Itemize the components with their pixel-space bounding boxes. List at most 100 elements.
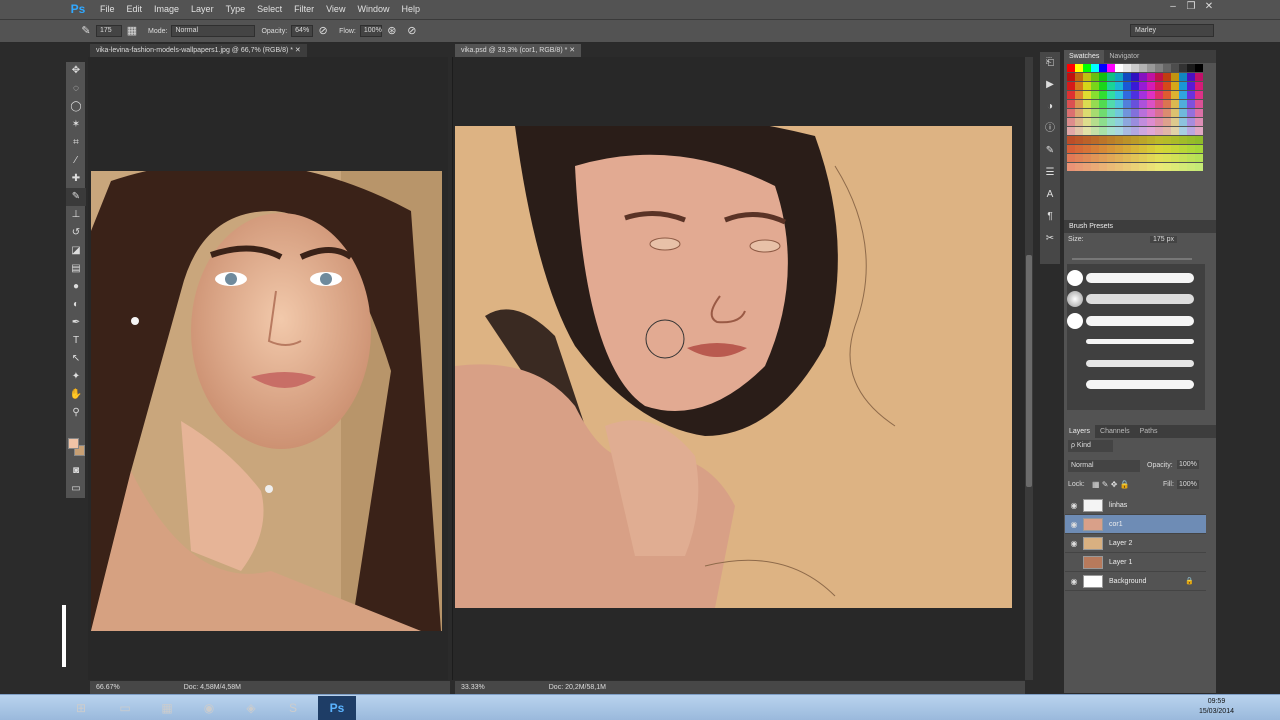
color-swatch[interactable] — [1083, 118, 1091, 126]
color-swatch[interactable] — [1107, 118, 1115, 126]
path-selection-tool-icon[interactable]: ↖ — [66, 350, 86, 368]
color-swatch[interactable] — [1099, 154, 1107, 162]
color-swatch[interactable] — [1131, 109, 1139, 117]
color-swatch[interactable] — [1147, 64, 1155, 72]
info-panel-icon[interactable]: ⓘ — [1040, 118, 1060, 140]
color-swatch[interactable] — [1115, 82, 1123, 90]
tab-layers[interactable]: Layers — [1064, 425, 1096, 438]
layer-visibility-eye-icon[interactable]: ◉ — [1065, 501, 1083, 510]
app-taskbar-icon[interactable]: ◈ — [232, 696, 270, 720]
color-swatch[interactable] — [1147, 82, 1155, 90]
color-swatch[interactable] — [1195, 109, 1203, 117]
color-swatch[interactable] — [1171, 100, 1179, 108]
workspace-select[interactable]: Marley — [1130, 24, 1214, 37]
menu-layer[interactable]: Layer — [185, 0, 220, 19]
color-swatch[interactable] — [1163, 82, 1171, 90]
color-swatch[interactable] — [1187, 118, 1195, 126]
color-swatch[interactable] — [1107, 136, 1115, 144]
brush-tool-active-icon[interactable]: ✎ — [66, 188, 86, 206]
color-swatch[interactable] — [1147, 163, 1155, 171]
restore-button[interactable]: ❐ — [1182, 0, 1200, 15]
color-swatch[interactable] — [1099, 73, 1107, 81]
color-swatch[interactable] — [1075, 127, 1083, 135]
color-swatch[interactable] — [1099, 100, 1107, 108]
color-swatch[interactable] — [1091, 109, 1099, 117]
color-swatch[interactable] — [1163, 73, 1171, 81]
color-swatch[interactable] — [1155, 118, 1163, 126]
color-swatch[interactable] — [1123, 127, 1131, 135]
color-swatch[interactable] — [1179, 127, 1187, 135]
pressure-opacity-icon[interactable]: ⊘ — [316, 24, 330, 38]
color-swatch[interactable] — [1163, 145, 1171, 153]
color-swatch[interactable] — [1091, 73, 1099, 81]
color-swatch[interactable] — [1171, 145, 1179, 153]
actions-panel-icon[interactable]: ▶ — [1040, 74, 1060, 96]
layer-visibility-eye-icon[interactable]: ◉ — [1065, 520, 1083, 529]
magic-wand-tool-icon[interactable]: ✶ — [66, 116, 86, 134]
color-swatch[interactable] — [1195, 91, 1203, 99]
brush-size-picker[interactable]: 175 — [96, 25, 122, 37]
brush-panel-icon[interactable]: ✎ — [1040, 140, 1060, 162]
tool-presets-panel-icon[interactable]: ✂ — [1040, 228, 1060, 250]
color-swatch[interactable] — [1123, 82, 1131, 90]
color-swatch[interactable] — [1107, 100, 1115, 108]
color-swatch[interactable] — [1131, 163, 1139, 171]
color-swatch[interactable] — [1131, 82, 1139, 90]
color-swatch[interactable] — [1155, 73, 1163, 81]
color-swatch[interactable] — [1163, 64, 1171, 72]
color-swatch[interactable] — [1075, 109, 1083, 117]
color-swatch[interactable] — [1091, 136, 1099, 144]
color-swatch[interactable] — [1115, 109, 1123, 117]
color-swatch[interactable] — [1091, 91, 1099, 99]
color-swatch[interactable] — [1075, 136, 1083, 144]
color-swatch[interactable] — [1187, 163, 1195, 171]
color-swatch[interactable] — [1083, 154, 1091, 162]
layer-row[interactable]: ◉ linhas — [1065, 496, 1206, 515]
color-swatch[interactable] — [1171, 118, 1179, 126]
color-swatch[interactable] — [1123, 109, 1131, 117]
color-swatch[interactable] — [1091, 127, 1099, 135]
color-swatch[interactable] — [1099, 163, 1107, 171]
color-swatch[interactable] — [1163, 100, 1171, 108]
color-swatch[interactable] — [1123, 73, 1131, 81]
color-swatch[interactable] — [1195, 73, 1203, 81]
layer-visibility-eye-icon[interactable]: ◉ — [1065, 577, 1083, 586]
color-swatch[interactable] — [1195, 100, 1203, 108]
menu-type[interactable]: Type — [220, 0, 252, 19]
color-swatch[interactable] — [1163, 109, 1171, 117]
color-swatch[interactable] — [1147, 145, 1155, 153]
color-swatch[interactable] — [1139, 91, 1147, 99]
history-panel-icon[interactable]: ⎗ — [1040, 52, 1060, 74]
color-swatch[interactable] — [1147, 154, 1155, 162]
color-swatch[interactable] — [1179, 136, 1187, 144]
color-swatch[interactable] — [1131, 73, 1139, 81]
color-swatch[interactable] — [1123, 154, 1131, 162]
healing-brush-tool-icon[interactable]: ✚ — [66, 170, 86, 188]
color-swatch[interactable] — [1067, 127, 1075, 135]
history-brush-tool-icon[interactable]: ↺ — [66, 224, 86, 242]
color-swatch[interactable] — [1131, 91, 1139, 99]
menu-view[interactable]: View — [320, 0, 351, 19]
color-swatch[interactable] — [1115, 118, 1123, 126]
minimize-button[interactable]: – — [1164, 0, 1182, 15]
color-swatch[interactable] — [1115, 127, 1123, 135]
color-swatch[interactable] — [1139, 100, 1147, 108]
color-swatch[interactable] — [1195, 82, 1203, 90]
photoshop-taskbar-icon[interactable]: Ps — [318, 696, 356, 720]
zoom-tool-icon[interactable]: ⚲ — [66, 404, 86, 422]
quick-mask-icon[interactable]: ◙ — [66, 462, 86, 480]
color-swatch[interactable] — [1115, 100, 1123, 108]
airbrush-icon[interactable]: ⊛ — [385, 24, 399, 38]
color-swatch[interactable] — [1147, 109, 1155, 117]
color-swatch[interactable] — [1091, 100, 1099, 108]
color-swatch[interactable] — [1099, 109, 1107, 117]
color-swatch[interactable] — [1083, 109, 1091, 117]
crop-tool-icon[interactable]: ⌗ — [66, 134, 86, 152]
skype-taskbar-icon[interactable]: S — [274, 696, 312, 720]
color-swatch[interactable] — [1155, 109, 1163, 117]
hard-round-brush-2[interactable] — [1067, 313, 1083, 329]
adjustments-panel-icon[interactable]: ◑ — [1040, 96, 1060, 118]
foreground-color-swatch[interactable] — [68, 438, 79, 449]
color-swatch[interactable] — [1067, 109, 1075, 117]
color-swatch[interactable] — [1171, 154, 1179, 162]
